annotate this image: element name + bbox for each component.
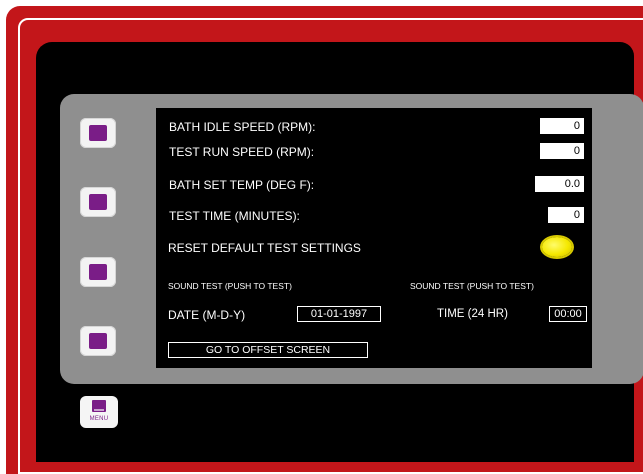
reset-default-label[interactable]: RESET DEFAULT TEST SETTINGS [168,241,361,255]
square-button-icon [89,264,107,280]
square-button-icon [89,333,107,349]
go-to-offset-button[interactable]: GO TO OFFSET SCREEN [168,342,368,358]
test-time-label: TEST TIME (MINUTES): [169,209,300,223]
test-run-speed-field[interactable]: 0 [540,143,584,159]
test-run-speed-label: TEST RUN SPEED (RPM): [169,145,315,159]
bath-idle-speed-field[interactable]: 0 [540,118,584,134]
time-field[interactable]: 00:00 [549,306,587,322]
side-button-3[interactable] [80,257,116,287]
sound-test-right[interactable]: SOUND TEST (PUSH TO TEST) [410,281,534,291]
reset-indicator-light[interactable] [542,237,572,257]
menu-button[interactable]: MENU [80,396,118,428]
square-button-icon [89,194,107,210]
bath-set-temp-field[interactable]: 0.0 [535,176,584,192]
side-button-4[interactable] [80,326,116,356]
bath-set-temp-label: BATH SET TEMP (DEG F): [169,178,315,192]
side-button-1[interactable] [80,118,116,148]
date-field[interactable]: 01-01-1997 [297,306,381,322]
menu-label: MENU [89,416,109,422]
square-button-icon [89,125,107,141]
sound-test-left[interactable]: SOUND TEST (PUSH TO TEST) [168,281,292,291]
test-time-field[interactable]: 0 [548,207,584,223]
date-label: DATE (M-D-Y) [168,308,246,322]
time-label: TIME (24 HR) [437,308,508,320]
menu-icon [92,400,106,412]
side-button-2[interactable] [80,187,116,217]
bath-idle-speed-label: BATH IDLE SPEED (RPM): [169,120,316,134]
